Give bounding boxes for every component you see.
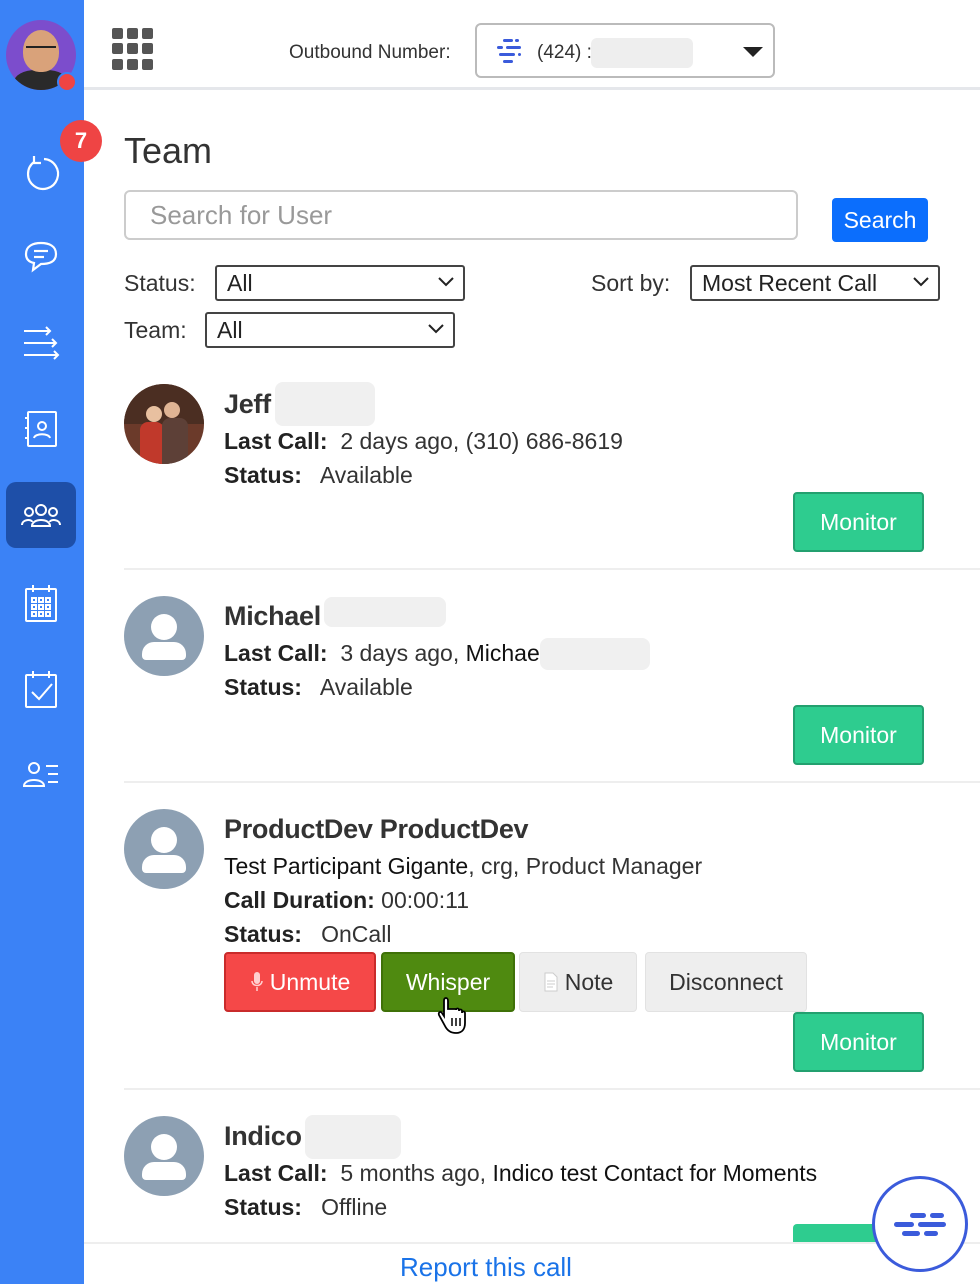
sidebar-item-messages[interactable]	[6, 224, 76, 290]
outbound-number-select[interactable]: (424) :	[475, 23, 775, 78]
row-divider	[124, 568, 980, 570]
search-user-input[interactable]	[124, 190, 798, 240]
outbound-number-value: (424) :	[537, 42, 592, 63]
disconnect-button[interactable]: Disconnect	[645, 952, 807, 1012]
sidebar: 7	[0, 0, 102, 1284]
status-filter-value: All	[227, 270, 253, 296]
sidebar-item-contacts[interactable]	[6, 396, 76, 462]
user-status: Status: Available	[224, 462, 413, 488]
user-name[interactable]: Michael	[224, 601, 321, 632]
transfer-icon	[24, 326, 60, 360]
user-last-call: Last Call: 2 days ago, (310) 686-8619	[224, 428, 623, 454]
chat-icon	[24, 241, 58, 273]
monitor-button[interactable]: Monitor	[793, 705, 924, 765]
user-name[interactable]: ProductDev ProductDev	[224, 814, 529, 845]
redacted-surname	[305, 1115, 401, 1159]
report-call-link[interactable]: Report this call	[400, 1252, 572, 1283]
monitor-button[interactable]: Monitor	[793, 1012, 924, 1072]
redacted-number	[591, 38, 693, 68]
contacts-icon	[25, 411, 57, 447]
user-list-icon	[22, 762, 58, 787]
redacted-surname	[324, 597, 446, 627]
document-icon	[544, 972, 558, 992]
team-icon	[21, 504, 61, 527]
redacted-surname	[275, 382, 375, 426]
status-filter-label: Status:	[124, 270, 196, 296]
apps-grid-icon[interactable]	[112, 28, 154, 70]
sidebar-item-calendar[interactable]	[6, 570, 76, 636]
sidebar-item-user-list[interactable]	[6, 742, 76, 808]
sidebar-item-transfer[interactable]	[6, 310, 76, 376]
user-status: Status: Offline	[224, 1194, 388, 1220]
tasks-icon	[25, 671, 57, 708]
footer: Report this call	[84, 1242, 980, 1284]
status-filter-select[interactable]: All	[215, 265, 465, 301]
sort-by-select[interactable]: Most Recent Call	[690, 265, 940, 301]
dialpad-logo-icon	[497, 39, 521, 63]
call-duration: Call Duration: 00:00:11	[224, 887, 469, 913]
user-avatar-placeholder-icon	[124, 1116, 204, 1196]
user-last-call: Last Call: 3 days ago, Michael	[224, 640, 545, 666]
monitor-button[interactable]: Monitor	[793, 492, 924, 552]
user-avatar-placeholder-icon	[124, 809, 204, 889]
unmute-button[interactable]: Unmute	[224, 952, 376, 1012]
page-title: Team	[124, 130, 213, 171]
user-status: Status: OnCall	[224, 921, 392, 947]
calendar-icon	[25, 585, 57, 622]
hand-cursor-icon	[437, 997, 466, 1034]
user-name[interactable]: Indico	[224, 1121, 302, 1152]
user-name[interactable]: Jeff	[224, 389, 271, 420]
sidebar-item-tasks[interactable]	[6, 656, 76, 722]
note-button[interactable]: Note	[519, 952, 637, 1012]
user-status: Status: Available	[224, 674, 413, 700]
user-avatar-photo	[124, 384, 204, 464]
dropdown-caret-icon	[743, 47, 763, 57]
user-avatar-placeholder-icon	[124, 596, 204, 676]
dialpad-fab-button[interactable]	[872, 1176, 968, 1272]
chevron-down-icon	[428, 324, 444, 334]
user-last-call: Last Call: 5 months ago, Indico test Con…	[224, 1160, 818, 1186]
presence-status-dot	[57, 72, 77, 92]
notification-badge: 7	[60, 120, 102, 162]
refresh-icon	[26, 156, 60, 191]
row-divider	[124, 1088, 980, 1090]
microphone-icon	[250, 972, 263, 991]
sort-by-label: Sort by:	[591, 270, 671, 296]
row-divider	[124, 781, 980, 783]
monitor-button-partial[interactable]	[793, 1224, 883, 1242]
team-filter-label: Team:	[124, 317, 187, 343]
team-filter-select[interactable]: All	[205, 312, 455, 348]
search-button[interactable]: Search	[832, 198, 928, 242]
chevron-down-icon	[913, 277, 929, 287]
sort-by-value: Most Recent Call	[702, 270, 878, 296]
sidebar-item-team[interactable]	[6, 482, 76, 548]
team-filter-value: All	[217, 317, 243, 343]
outbound-number-label: Outbound Number:	[289, 42, 451, 63]
call-participant: Test Participant Gigante, crg, Product M…	[224, 853, 703, 879]
top-bar: Outbound Number: (424) :	[84, 0, 980, 90]
dialpad-logo-icon	[894, 1213, 946, 1236]
chevron-down-icon	[438, 277, 454, 287]
redacted-contact	[540, 638, 650, 670]
